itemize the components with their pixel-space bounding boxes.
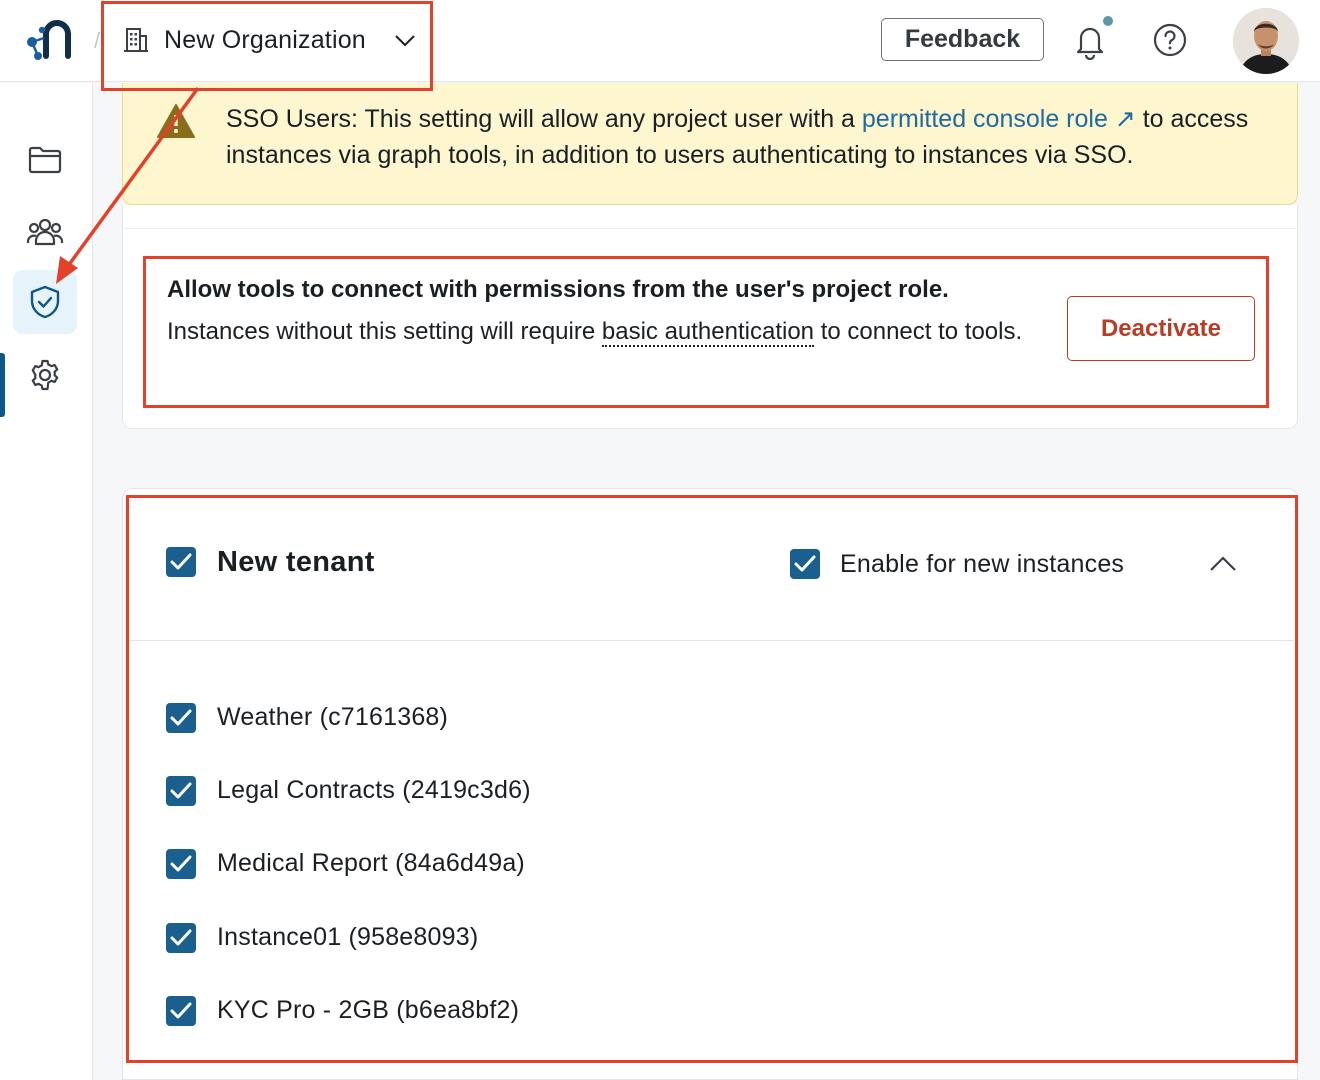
sidebar-item-projects[interactable] <box>13 127 77 191</box>
check-icon <box>794 555 816 572</box>
enable-new-instances-label: Enable for new instances <box>840 550 1125 578</box>
card-divider <box>122 228 1298 229</box>
sidebar-active-indicator <box>0 353 5 417</box>
breadcrumb-separator: / <box>94 28 101 53</box>
setting-description: Instances without this setting will requ… <box>167 314 1047 350</box>
check-icon <box>170 782 192 799</box>
instance-label: Weather (c7161368) <box>217 703 449 731</box>
feedback-button[interactable]: Feedback <box>881 18 1044 61</box>
instance-checkbox[interactable] <box>166 996 196 1026</box>
sidebar-item-users[interactable] <box>13 199 77 263</box>
building-icon <box>124 28 148 52</box>
setting-title: Allow tools to connect with permissions … <box>167 276 949 303</box>
check-icon <box>170 855 192 872</box>
tenant-card-divider <box>128 640 1294 641</box>
gear-icon <box>31 359 59 391</box>
sso-warning-banner: SSO Users: This setting will allow any p… <box>122 83 1298 205</box>
chevron-up-icon[interactable] <box>1208 552 1238 576</box>
instance-checkbox[interactable] <box>166 923 196 953</box>
sidebar-item-settings[interactable] <box>13 343 77 407</box>
check-icon <box>170 553 192 570</box>
top-bar: / New Organization Feedback <box>0 0 1320 82</box>
chevron-down-icon <box>395 35 415 47</box>
neo4j-logo-icon[interactable] <box>24 18 76 62</box>
tenant-name: New tenant <box>217 546 375 578</box>
instance-checkbox[interactable] <box>166 703 196 733</box>
instance-label: KYC Pro - 2GB (b6ea8bf2) <box>217 996 520 1024</box>
permitted-console-role-link[interactable]: permitted console role ↗ <box>862 105 1136 133</box>
sidebar-item-security[interactable] <box>13 270 77 334</box>
tenant-checkbox[interactable] <box>166 547 196 577</box>
sidebar <box>0 83 93 1080</box>
instance-checkbox[interactable] <box>166 776 196 806</box>
folder-icon <box>28 146 62 174</box>
enable-new-instances-checkbox[interactable] <box>790 549 820 579</box>
deactivate-button[interactable]: Deactivate <box>1067 296 1255 361</box>
user-avatar[interactable] <box>1233 8 1299 74</box>
check-icon <box>170 1002 192 1019</box>
organization-switcher[interactable]: New Organization <box>122 18 416 62</box>
users-icon <box>26 218 64 246</box>
warning-icon <box>157 104 195 138</box>
basic-authentication-term[interactable]: basic authentication <box>601 318 815 347</box>
banner-text: SSO Users: This setting will allow any p… <box>226 105 862 133</box>
sso-warning-text: SSO Users: This setting will allow any p… <box>226 101 1286 173</box>
setting-desc-text: Instances without this setting will requ… <box>167 318 602 345</box>
instance-label: Medical Report (84a6d49a) <box>217 849 525 877</box>
check-icon <box>170 709 192 726</box>
help-icon[interactable] <box>1152 22 1188 58</box>
organization-name: New Organization <box>164 25 366 54</box>
setting-desc-end: to connect to tools. <box>814 318 1023 345</box>
instance-label: Instance01 (958e8093) <box>217 923 479 951</box>
check-icon <box>170 929 192 946</box>
instance-label: Legal Contracts (2419c3d6) <box>217 776 531 804</box>
notification-badge <box>1101 14 1115 28</box>
shield-check-icon <box>30 285 60 319</box>
instance-checkbox[interactable] <box>166 849 196 879</box>
